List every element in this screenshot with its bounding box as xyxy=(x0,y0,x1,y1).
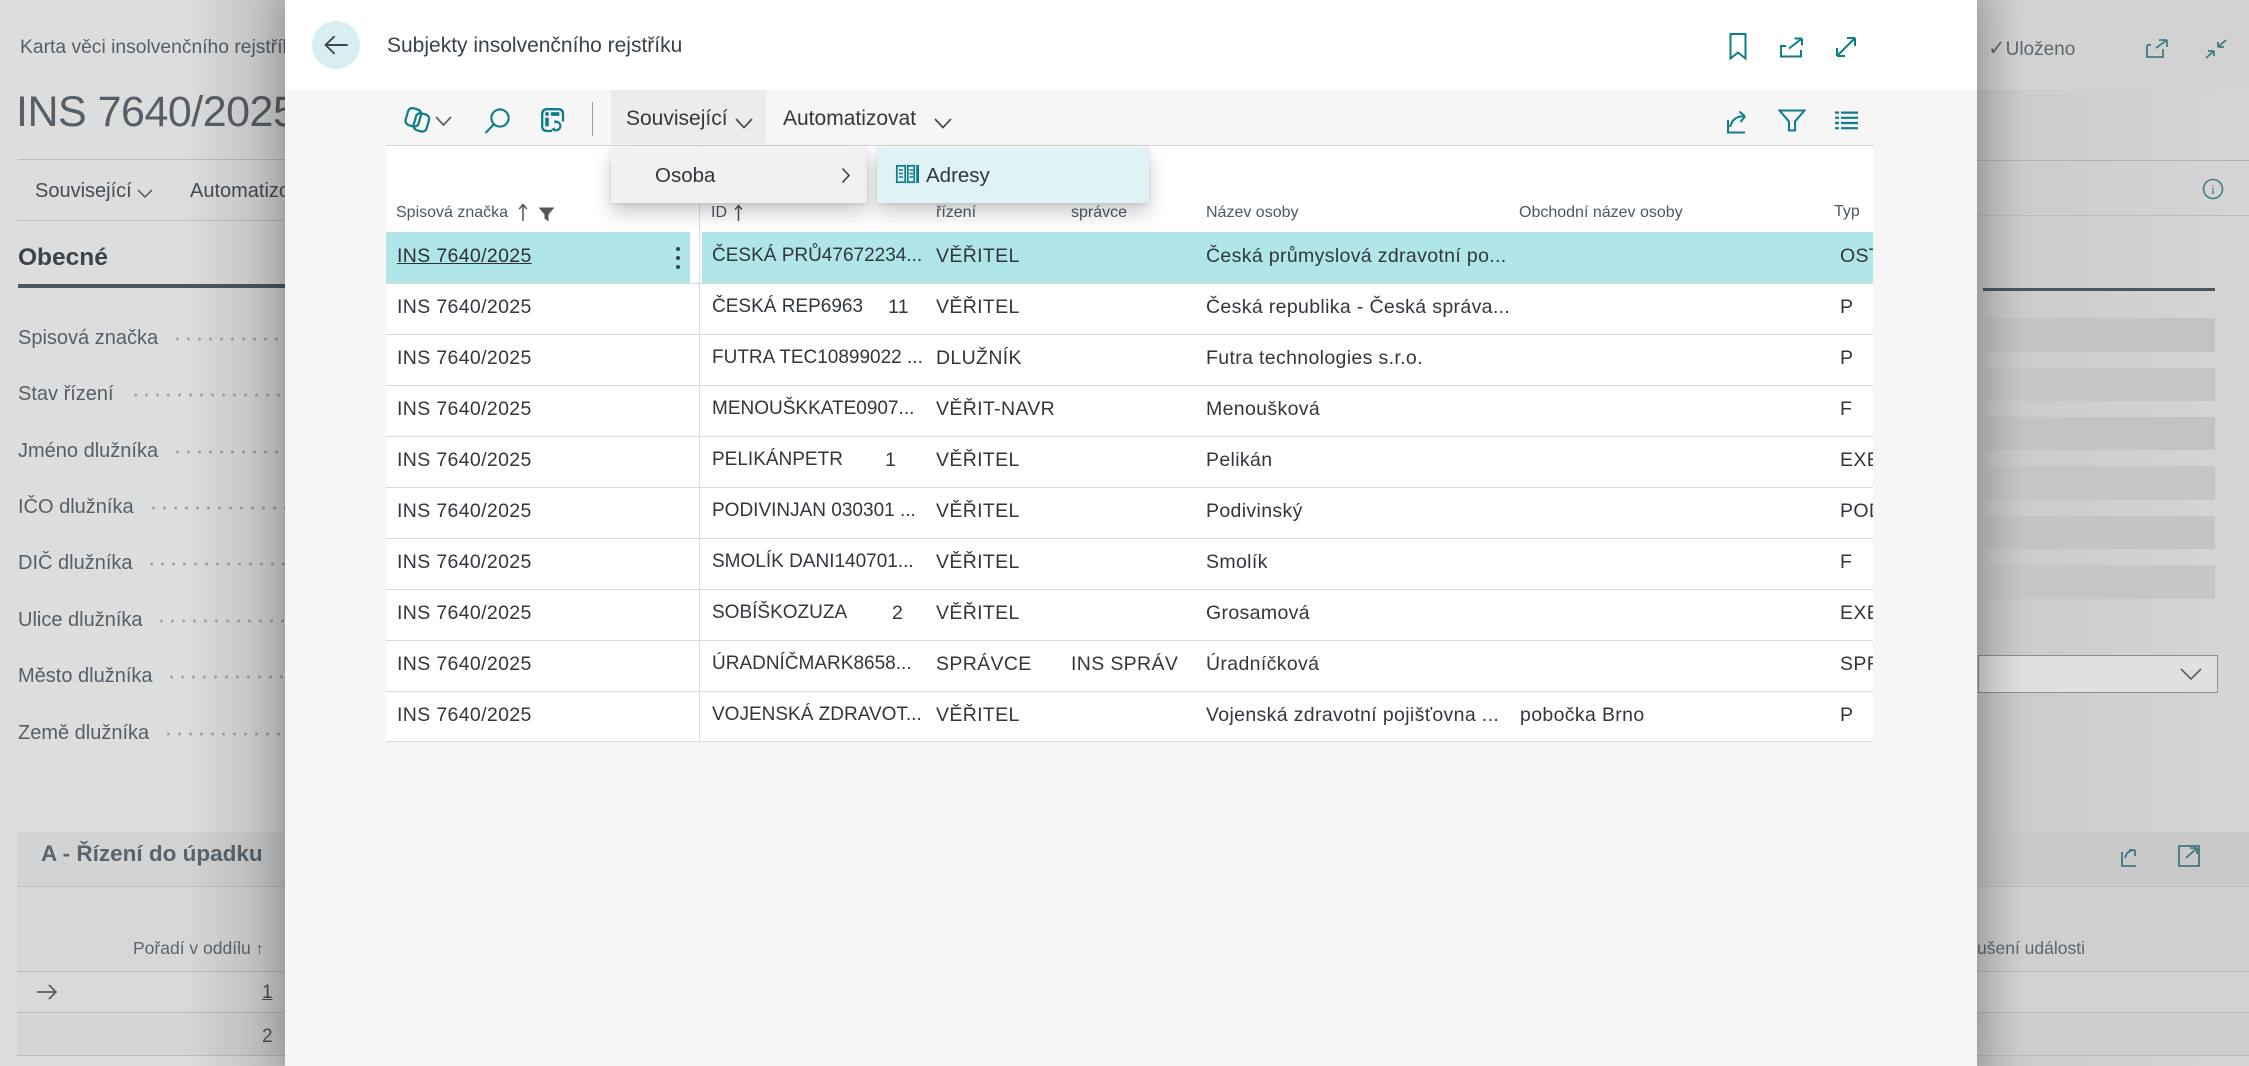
svg-text:i: i xyxy=(2211,182,2215,197)
